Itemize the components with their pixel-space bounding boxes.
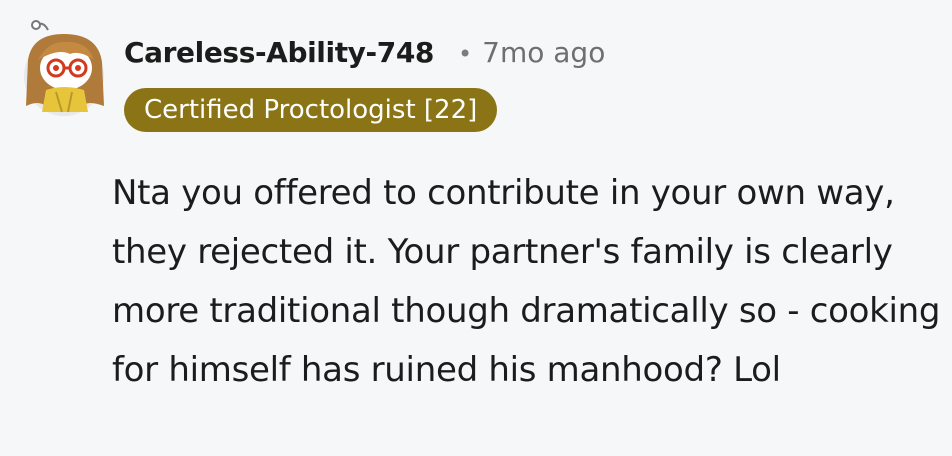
comment-header: Careless-Ability-748 • 7mo ago — [124, 36, 605, 69]
user-avatar-icon[interactable] — [18, 20, 110, 116]
timestamp[interactable]: 7mo ago — [482, 36, 605, 69]
username-link[interactable]: Careless-Ability-748 — [124, 36, 434, 69]
separator-dot: • — [458, 40, 473, 68]
user-flair-badge: Certified Proctologist [22] — [124, 88, 498, 132]
comment: Careless-Ability-748 • 7mo ago Certified… — [0, 0, 952, 456]
snoo-avatar-svg — [24, 20, 104, 116]
comment-body: Nta you offered to contribute in your ow… — [112, 173, 941, 390]
